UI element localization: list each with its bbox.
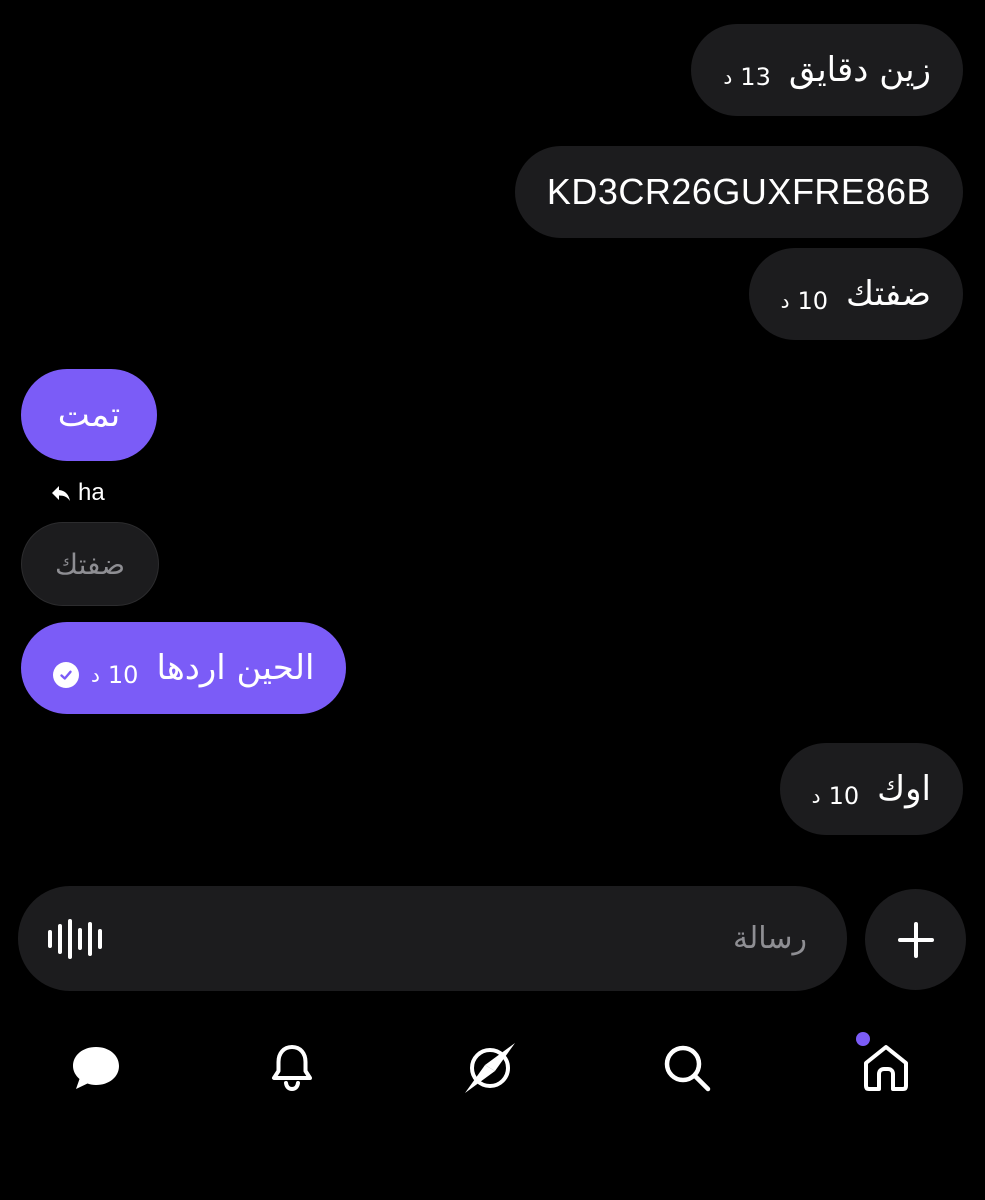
- message-composer: [18, 886, 847, 991]
- message-time: 10 د: [781, 287, 828, 315]
- message-bubble-received[interactable]: اوك 10 د: [779, 743, 963, 835]
- reply-indicator: ha: [50, 476, 105, 510]
- nav-chat[interactable]: [66, 1038, 126, 1098]
- nav-notifications[interactable]: [262, 1038, 322, 1098]
- reply-label-text: ha: [78, 479, 105, 506]
- message-time: 10 د: [812, 782, 859, 810]
- message-time: 13 د: [723, 63, 770, 91]
- waveform-icon[interactable]: [48, 918, 102, 959]
- message-text: اوك: [877, 769, 931, 809]
- message-time-unit: د: [811, 784, 821, 808]
- nav-search[interactable]: [657, 1038, 717, 1098]
- message-time-value: 10: [828, 782, 860, 810]
- bell-icon: [272, 1045, 312, 1092]
- message-text: KD3CR26GUXFRE86B: [546, 171, 931, 212]
- message-time-value: 10: [107, 661, 139, 689]
- message-time-value: 13: [740, 63, 771, 91]
- search-icon: [664, 1045, 711, 1092]
- message-bubble-received[interactable]: ضفتك 10 د: [748, 248, 963, 340]
- quoted-message-text: ضفتك: [55, 547, 125, 581]
- message-input[interactable]: [126, 920, 809, 957]
- message-bubble-sent[interactable]: الحين اردها 10 د: [21, 622, 347, 714]
- message-bubble-received[interactable]: زين دقايق 13 د: [691, 24, 963, 116]
- message-bubble-received[interactable]: KD3CR26GUXFRE86B: [514, 146, 963, 238]
- plus-icon: [897, 921, 934, 958]
- message-time-unit: د: [780, 289, 790, 313]
- message-time-unit: د: [723, 65, 733, 89]
- reply-arrow-icon: [52, 486, 70, 501]
- message-text: تمت: [57, 395, 121, 435]
- explore-compass-icon: [465, 1043, 515, 1093]
- chat-bubble-icon: [73, 1047, 119, 1089]
- message-time: 10 د: [53, 661, 138, 689]
- message-text: ضفتك: [846, 274, 931, 314]
- message-bubble-sent[interactable]: تمت: [21, 369, 157, 461]
- nav-home[interactable]: [856, 1032, 916, 1098]
- message-text: الحين اردها: [156, 648, 315, 688]
- nav-explore[interactable]: [460, 1038, 520, 1098]
- message-time-value: 10: [797, 287, 829, 315]
- add-attachment-button[interactable]: [865, 889, 966, 990]
- quoted-message[interactable]: ضفتك: [21, 522, 159, 606]
- unread-dot: [856, 1032, 870, 1046]
- message-text: زين دقايق: [788, 50, 931, 90]
- bottom-navigation: [0, 1028, 985, 1108]
- message-time-unit: د: [91, 663, 100, 687]
- read-check-icon: [53, 662, 79, 688]
- home-icon: [864, 1045, 908, 1091]
